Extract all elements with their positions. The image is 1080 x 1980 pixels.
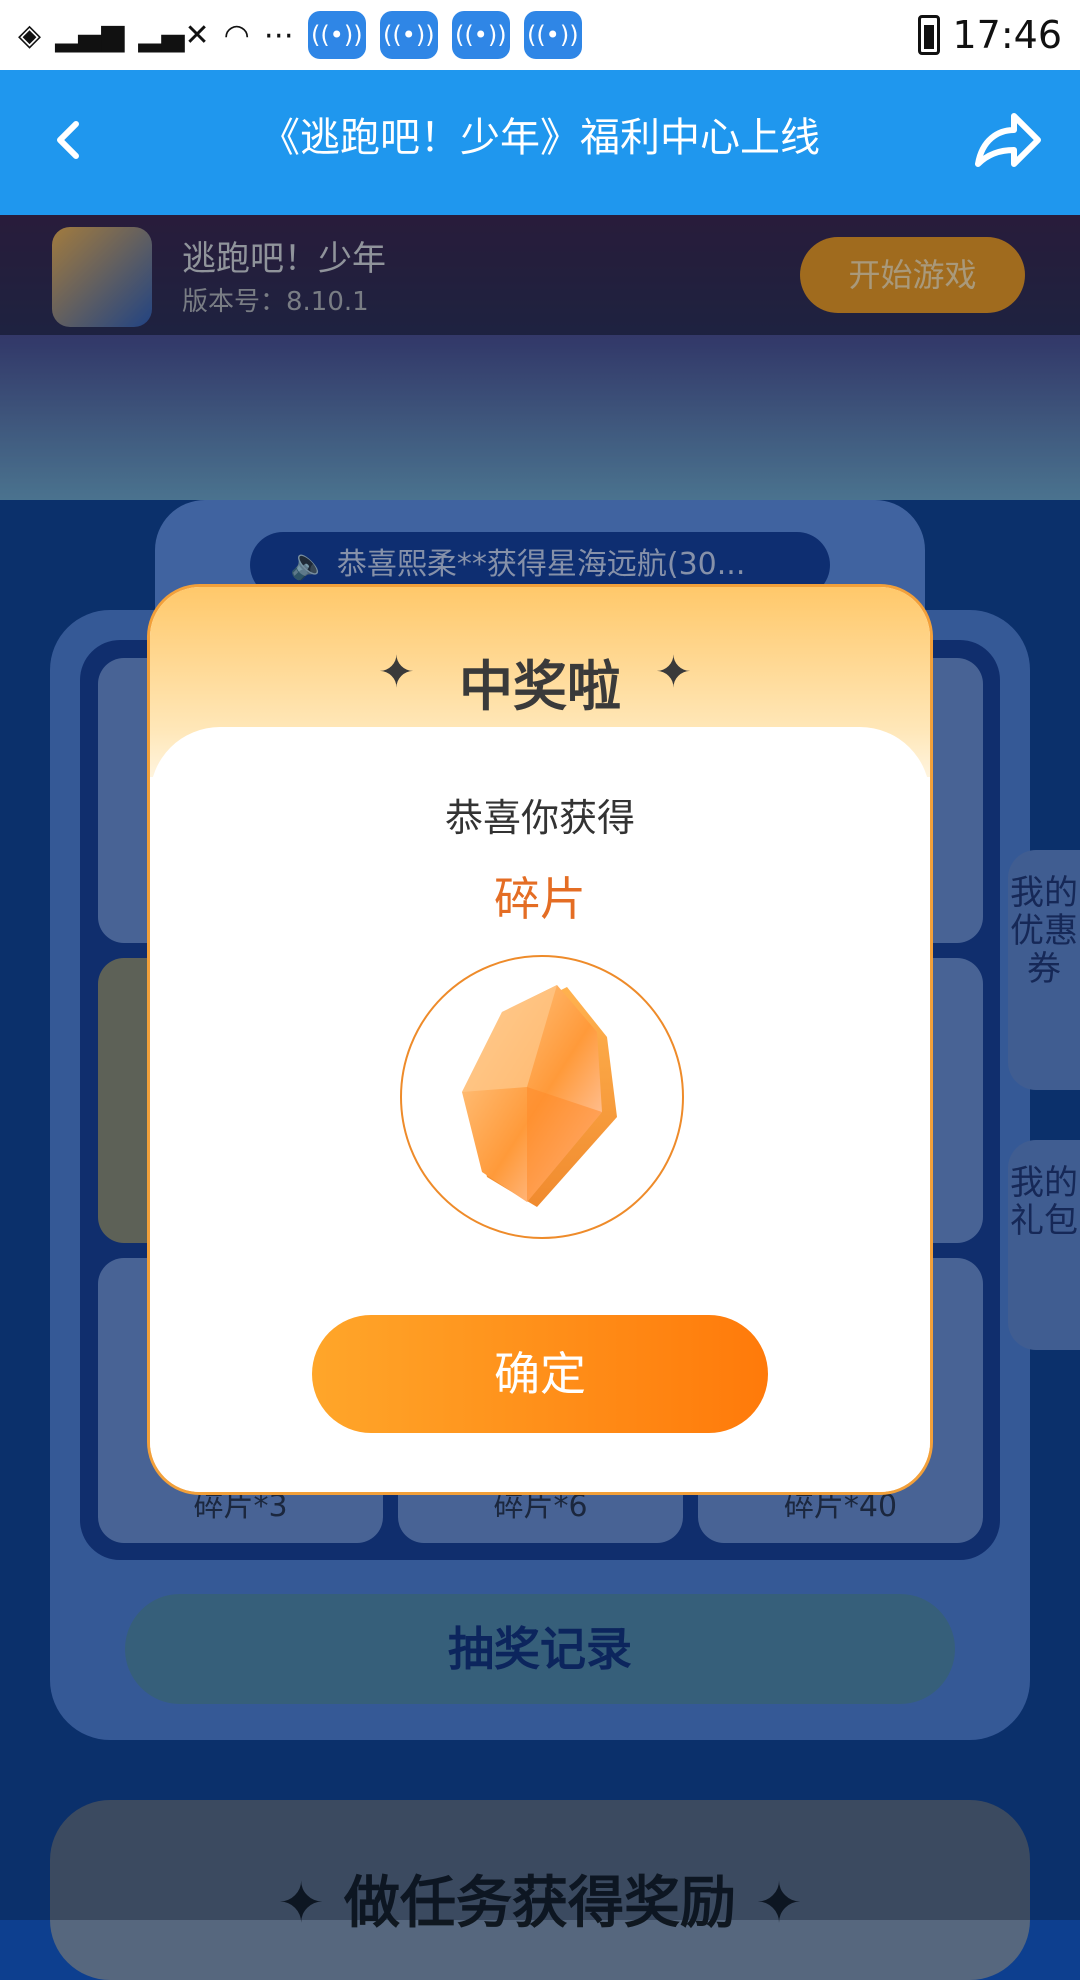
network-icon: ◈ (18, 17, 42, 53)
status-left: ◈ ▂▄▆ ▂▄✕ ◠ ⋯ ((•)) ((•)) ((•)) ((•)) (18, 10, 582, 60)
prize-dialog-title: 中奖啦 (459, 655, 621, 718)
status-bar: ◈ ▂▄▆ ▂▄✕ ◠ ⋯ ((•)) ((•)) ((•)) ((•)) 17… (0, 0, 1080, 70)
crystal-fragment-icon (462, 985, 617, 1207)
page-title: 《逃跑吧！少年》福利中心上线 (260, 115, 820, 161)
hotspot-icon: ((•)) (523, 11, 582, 59)
confirm-button[interactable]: 确定 (312, 1315, 768, 1433)
wifi-icon: ◠ (223, 17, 250, 53)
hotspot-icon: ((•)) (379, 11, 438, 59)
status-time: 17:46 (952, 13, 1062, 57)
signal-off-icon: ▂▄✕ (138, 17, 210, 53)
battery-icon (918, 15, 941, 55)
more-icon: ⋯ (263, 17, 294, 53)
share-icon (975, 113, 1041, 167)
hotspot-icon: ((•)) (307, 11, 366, 59)
prize-image-frame (400, 955, 684, 1239)
share-button[interactable] (964, 108, 1044, 178)
hotspot-icon: ((•)) (451, 11, 510, 59)
signal-icon: ▂▄▆ (55, 17, 125, 53)
prize-dialog: ✦ 中奖啦 ✦ 恭喜你获得 碎片 确定 (150, 587, 930, 1492)
app-bar: 《逃跑吧！少年》福利中心上线 (0, 70, 1080, 215)
chevron-left-icon (57, 121, 79, 159)
prize-name: 碎片 (494, 872, 586, 926)
back-button[interactable] (40, 110, 100, 170)
congrats-text: 恭喜你获得 (444, 796, 635, 840)
status-right: 17:46 (918, 10, 1062, 60)
sparkle-icon: ✦ (655, 647, 692, 698)
